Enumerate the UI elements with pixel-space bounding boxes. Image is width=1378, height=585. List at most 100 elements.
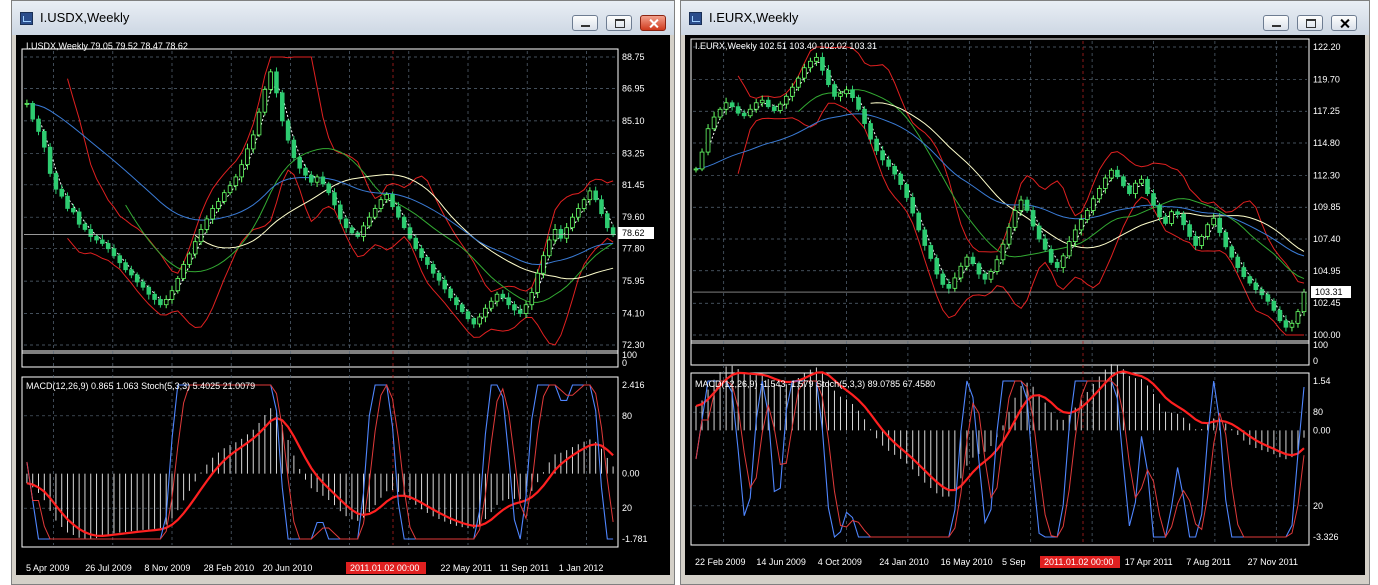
candle-body[interactable] [274,71,279,94]
candle-body[interactable] [1283,320,1289,328]
candle-body[interactable] [552,229,558,241]
candle-body[interactable] [326,183,331,194]
candle-body[interactable] [30,102,35,120]
candle-body[interactable] [1121,176,1126,187]
candle-body[interactable] [140,281,146,288]
candle-body[interactable] [605,213,610,229]
candle-body[interactable] [227,185,233,194]
candle-body[interactable] [546,239,552,257]
candle-body[interactable] [982,273,988,280]
candle-body[interactable] [169,290,175,300]
candle-body[interactable] [250,134,256,150]
candle-body[interactable] [820,56,825,71]
candle-body[interactable] [117,255,123,264]
candle-body[interactable] [976,263,982,275]
candle-body[interactable] [1181,213,1186,226]
candle-body[interactable] [892,165,897,175]
candle-body[interactable] [723,102,729,110]
candle-body[interactable] [338,204,343,220]
usdx-window[interactable]: I.USDX,Weekly 88.75 86.95 85.10 83.25 81.45 7… [11,0,675,585]
candle-body[interactable] [928,245,934,259]
candle-body[interactable] [1006,226,1012,245]
candle-body[interactable] [808,60,813,69]
candle-body[interactable] [1223,232,1229,248]
candle-body[interactable] [111,248,117,257]
candle-body[interactable] [129,269,134,276]
window-titlebar[interactable]: I.USDX,Weekly [12,1,674,35]
candle-body[interactable] [535,272,540,293]
candle-body[interactable] [581,199,587,209]
candle-body[interactable] [940,273,946,285]
candle-body[interactable] [314,176,320,183]
candle-body[interactable] [105,243,111,250]
minimize-button[interactable] [572,15,598,31]
close-button[interactable] [640,15,666,31]
candle-body[interactable] [268,71,273,90]
candle-body[interactable] [610,227,616,236]
candle-body[interactable] [1103,177,1108,189]
candle-body[interactable] [759,99,765,104]
candle-body[interactable] [1012,210,1018,228]
window-titlebar[interactable]: I.EURX,Weekly [681,1,1369,35]
candle-body[interactable] [564,227,569,239]
candle-body[interactable] [1163,216,1168,224]
candle-body[interactable] [850,89,855,98]
candle-body[interactable] [826,69,831,86]
candle-body[interactable] [789,86,795,97]
candle-body[interactable] [146,286,152,295]
candle-body[interactable] [483,307,488,318]
candle-body[interactable] [729,102,735,108]
candle-body[interactable] [245,148,250,166]
candle-body[interactable] [1078,219,1084,231]
chart-area[interactable]: 88.75 86.95 85.10 83.25 81.45 79.60 77.80 75.95… [16,35,670,575]
candle-body[interactable] [1193,236,1198,246]
candle-body[interactable] [494,293,500,302]
candle-body[interactable] [1036,225,1042,240]
candle-body[interactable] [922,229,928,246]
candle-body[interactable] [24,102,30,105]
candle-body[interactable] [442,279,448,290]
candle-body[interactable] [158,299,163,306]
candle-body[interactable] [76,211,82,225]
candle-body[interactable] [123,262,128,271]
candle-body[interactable] [488,300,494,309]
candle-body[interactable] [541,255,546,274]
candle-body[interactable] [814,56,819,62]
candle-body[interactable] [280,92,285,122]
candle-body[interactable] [1109,169,1114,179]
candle-body[interactable] [753,102,759,110]
candle-body[interactable] [783,95,789,105]
candle-body[interactable] [958,265,964,279]
candle-body[interactable] [880,150,885,161]
candle-body[interactable] [187,253,192,265]
candle-body[interactable] [856,97,861,110]
candle-body[interactable] [693,168,699,171]
candle-body[interactable] [717,108,723,118]
candle-body[interactable] [459,304,465,313]
candle-body[interactable] [1247,276,1253,284]
candle-body[interactable] [904,184,910,198]
candle-body[interactable] [874,138,879,152]
minimize-button[interactable] [1263,15,1289,31]
candle-body[interactable] [1060,255,1066,268]
candle-body[interactable] [53,173,59,190]
candle-body[interactable] [163,299,169,306]
candle-body[interactable] [599,199,604,215]
candle-body[interactable] [384,194,390,201]
candle-body[interactable] [741,112,747,117]
candle-body[interactable] [1072,229,1078,242]
candle-body[interactable] [309,174,314,183]
candle-body[interactable] [94,236,99,241]
candle-body[interactable] [777,103,783,111]
candle-body[interactable] [898,173,904,185]
candle-body[interactable] [349,227,355,234]
candle-body[interactable] [964,256,970,267]
candle-body[interactable] [448,288,453,299]
candle-body[interactable] [1042,238,1048,250]
candle-body[interactable] [1295,311,1301,324]
candle-body[interactable] [430,264,436,274]
candle-body[interactable] [796,77,801,88]
candle-body[interactable] [1139,178,1144,184]
candle-body[interactable] [868,123,873,140]
candle-body[interactable] [529,292,535,306]
